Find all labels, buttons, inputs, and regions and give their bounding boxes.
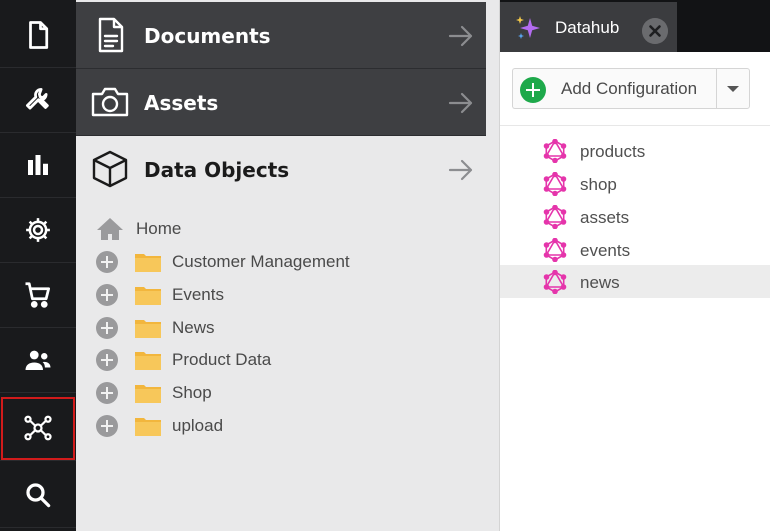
folder-icon [135,287,161,305]
graphql-icon [543,139,567,163]
plus-circle-icon [520,77,546,103]
main-nav-rail [0,0,76,531]
folder-icon [135,320,161,338]
settings-nav-button[interactable] [0,198,76,263]
tree-item-label: Shop [172,383,212,402]
wrench-icon [26,88,49,110]
documents-icon [29,21,49,49]
tree-item-label: upload [172,416,224,435]
config-item[interactable]: products [500,134,770,167]
expand-plus-icon[interactable] [96,284,118,306]
expand-plus-icon[interactable] [96,415,118,437]
navigation-tree-panel: Documents Assets Data Objects Home Custo… [76,0,500,531]
users-icon [25,350,51,370]
tree-item-folder[interactable]: Customer Management [96,247,350,277]
arrow-right-icon [448,159,473,181]
config-item[interactable]: assets [500,200,770,233]
tree-item-label: News [172,318,215,337]
config-item[interactable]: shop [500,167,770,200]
tree-item-label: Product Data [172,350,272,369]
graphql-icon [543,172,567,196]
expand-plus-icon[interactable] [96,317,118,339]
tree-item-home[interactable]: Home [96,214,181,244]
graphql-icon [543,270,567,294]
sparkle-icon [516,16,540,39]
accordion-data-objects[interactable]: Data Objects [76,136,486,203]
users-nav-button[interactable] [0,328,76,393]
config-item-label: events [580,241,631,260]
add-configuration-label: Add Configuration [561,79,698,98]
expand-plus-icon[interactable] [96,251,118,273]
graphql-icon [543,238,567,262]
accordion-documents-label: Documents [144,24,271,48]
expand-plus-icon[interactable] [96,382,118,404]
folder-icon [135,418,161,436]
shopping-cart-icon [25,282,50,308]
document-icon [98,17,124,53]
config-item-label: assets [580,208,630,227]
search-nav-button[interactable] [0,463,76,528]
tree-item-folder[interactable]: Product Data [96,345,271,375]
close-icon[interactable] [642,18,668,44]
arrow-right-icon [448,25,473,47]
arrow-right-icon [448,92,473,114]
accordion-documents[interactable]: Documents [76,2,486,69]
graphql-icon [543,205,567,229]
accordion-assets[interactable]: Assets [76,69,486,136]
folder-icon [135,254,161,272]
config-item-selected[interactable]: news [500,265,770,298]
camera-icon [91,87,129,117]
tree-item-folder[interactable]: Shop [96,378,212,408]
gear-icon [26,218,50,242]
config-item-label: products [580,142,646,161]
cube-icon [92,150,128,188]
tree-item-folder[interactable]: News [96,313,215,343]
datahub-nav-button[interactable] [0,396,76,461]
accordion-data-objects-label: Data Objects [144,158,290,182]
folder-icon [135,385,161,403]
search-icon [26,483,51,508]
tree-item-label: Events [172,285,224,304]
tree-item-folder[interactable]: Events [96,280,224,310]
accordion-assets-label: Assets [144,91,219,115]
config-item-label: news [580,273,620,292]
expand-plus-icon[interactable] [96,349,118,371]
bar-chart-icon [28,155,48,175]
config-item[interactable]: events [500,233,770,266]
ecommerce-nav-button[interactable] [0,263,76,328]
home-icon [97,218,123,240]
tree-item-folder[interactable]: upload [96,411,223,441]
tab-label: Datahub [555,18,620,37]
chevron-down-icon[interactable] [716,68,750,109]
reports-nav-button[interactable] [0,133,76,198]
documents-nav-button[interactable] [0,3,76,68]
config-item-label: shop [580,175,617,194]
network-hub-icon [24,415,52,441]
tree-item-label: Customer Management [172,252,350,271]
folder-icon [135,352,161,370]
tree-item-label: Home [136,219,182,238]
tools-nav-button[interactable] [0,68,76,133]
